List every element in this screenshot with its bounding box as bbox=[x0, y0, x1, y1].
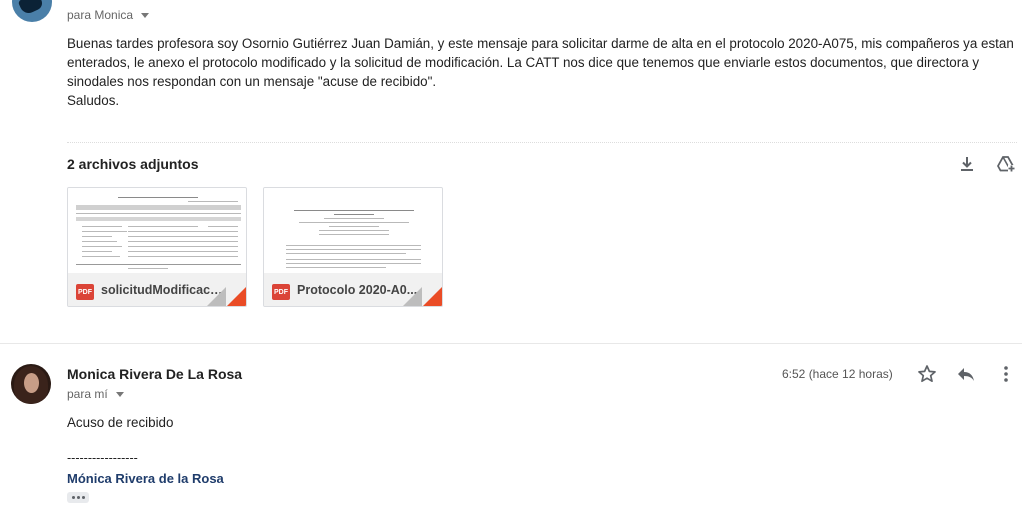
signature-separator: ----------------- bbox=[67, 451, 138, 465]
pdf-icon: PDF bbox=[272, 284, 290, 300]
message-body: Acuso de recibido bbox=[67, 415, 174, 430]
page-fold-icon bbox=[402, 287, 422, 306]
attachment-footer: PDF solicitudModificaci... bbox=[68, 273, 246, 306]
chevron-down-icon bbox=[141, 12, 150, 18]
page-fold-icon bbox=[206, 287, 226, 306]
show-trimmed-content-button[interactable] bbox=[67, 492, 89, 503]
drive-add-icon bbox=[997, 156, 1015, 172]
attachment-card[interactable]: PDF solicitudModificaci... bbox=[67, 187, 247, 307]
message-body: Buenas tardes profesora soy Osornio Guti… bbox=[67, 36, 1014, 108]
sender-avatar[interactable] bbox=[11, 364, 51, 404]
avatar-image bbox=[17, 0, 45, 16]
attachments-title: 2 archivos adjuntos bbox=[67, 156, 199, 172]
file-corner-icon bbox=[422, 287, 442, 306]
more-options-button[interactable] bbox=[996, 364, 1016, 384]
attachment-thumbnail bbox=[68, 188, 246, 273]
more-vert-icon bbox=[1004, 366, 1008, 382]
avatar-face bbox=[24, 373, 39, 393]
ellipsis-dot bbox=[71, 496, 75, 499]
chevron-down-icon bbox=[115, 391, 124, 397]
signature-name: Mónica Rivera de la Rosa bbox=[67, 471, 224, 486]
save-to-drive-button[interactable] bbox=[996, 154, 1016, 174]
download-all-button[interactable] bbox=[957, 154, 977, 174]
attachment-name: solicitudModificaci... bbox=[101, 283, 223, 297]
attachment-thumbnail bbox=[264, 188, 442, 273]
ellipsis-dot bbox=[76, 496, 80, 499]
download-icon bbox=[961, 157, 973, 171]
message-divider bbox=[0, 343, 1022, 344]
sender-name[interactable]: Monica Rivera De La Rosa bbox=[67, 366, 242, 382]
ellipsis-dot bbox=[81, 496, 85, 499]
reply-button[interactable] bbox=[956, 364, 976, 384]
attachments-divider bbox=[67, 142, 1017, 143]
file-corner-icon bbox=[226, 287, 246, 306]
recipient-label: para mí bbox=[67, 387, 108, 401]
recipient-label: para Monica bbox=[67, 8, 134, 22]
recipient-toggle[interactable]: para mí bbox=[67, 387, 124, 401]
attachment-card[interactable]: PDF Protocolo 2020-A0... bbox=[263, 187, 443, 307]
recipient-toggle[interactable]: para Monica bbox=[67, 8, 150, 22]
sender-avatar[interactable] bbox=[12, 0, 52, 22]
reply-icon bbox=[958, 368, 974, 381]
star-icon bbox=[918, 365, 936, 383]
pdf-icon: PDF bbox=[76, 284, 94, 300]
attachment-name: Protocolo 2020-A0... bbox=[297, 283, 418, 297]
attachment-footer: PDF Protocolo 2020-A0... bbox=[264, 273, 442, 306]
message-timestamp: 6:52 (hace 12 horas) bbox=[782, 367, 893, 381]
star-button[interactable] bbox=[917, 364, 937, 384]
